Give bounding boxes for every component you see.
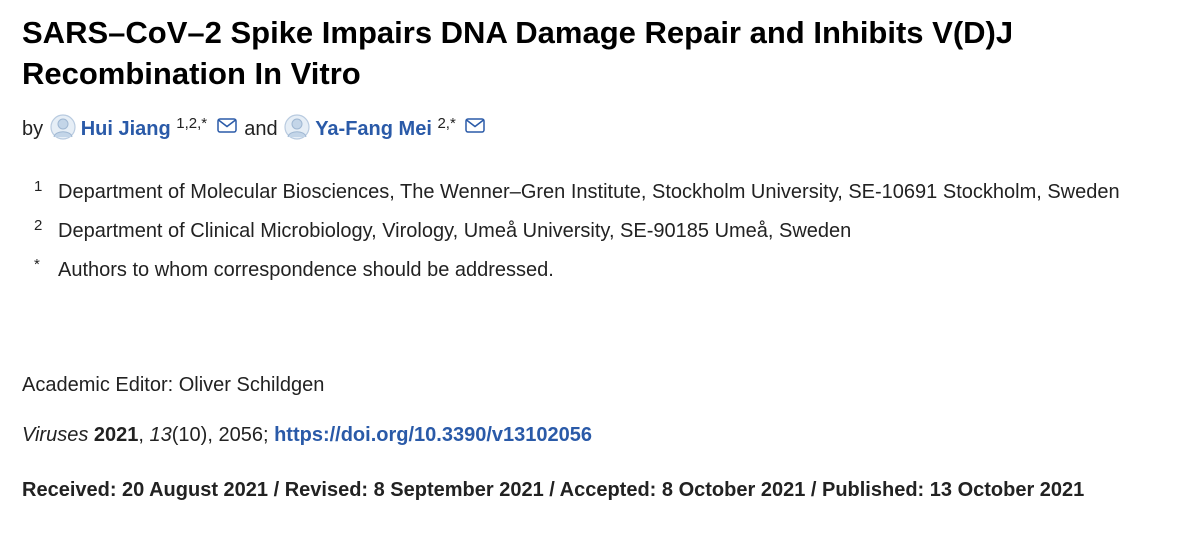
- mail-icon[interactable]: [216, 112, 237, 133]
- citation-year: 2021: [93, 424, 139, 446]
- affiliation-marker: 1: [34, 178, 43, 195]
- affiliation-marker: 2: [34, 217, 43, 234]
- affiliation-text: Authors to whom correspondence should be…: [58, 259, 554, 281]
- mail-icon[interactable]: [465, 112, 486, 133]
- author-name-link[interactable]: Ya-Fang Mei: [315, 118, 432, 140]
- affiliation-text: Department of Molecular Biosciences, The…: [58, 181, 1120, 203]
- author-line: by Hui Jiang 1,2,* and Ya-Fang Mei 2,*: [22, 112, 487, 144]
- author-avatar-icon[interactable]: [283, 114, 311, 140]
- affiliation-marker: *: [34, 256, 40, 273]
- by-label: by: [22, 118, 44, 140]
- author-name-link[interactable]: Hui Jiang: [81, 118, 171, 140]
- affiliation-item: 2 Department of Clinical Microbiology, V…: [34, 215, 1174, 248]
- doi-link[interactable]: https://doi.org/10.3390/v13102056: [274, 424, 592, 446]
- author-avatar-icon[interactable]: [49, 114, 77, 140]
- publication-dates: Received: 20 August 2021 / Revised: 8 Se…: [22, 479, 1085, 501]
- citation-separator: ,: [138, 424, 150, 446]
- affiliation-item: 1 Department of Molecular Biosciences, T…: [34, 176, 1174, 209]
- citation-issue-pages: (10), 2056;: [171, 424, 275, 446]
- affiliations-list: 1 Department of Molecular Biosciences, T…: [34, 176, 1174, 293]
- citation-line: Viruses 2021, 13(10), 2056; https://doi.…: [22, 421, 592, 449]
- academic-editor: Academic Editor: Oliver Schildgen: [22, 374, 325, 396]
- citation-volume: 13: [149, 424, 172, 446]
- affiliation-text: Department of Clinical Microbiology, Vir…: [58, 220, 852, 242]
- affiliation-item: * Authors to whom correspondence should …: [34, 254, 1174, 287]
- article-title: SARS–CoV–2 Spike Impairs DNA Damage Repa…: [22, 15, 1014, 91]
- journal-name: Viruses: [22, 424, 89, 446]
- author-affiliation-marker: 2,*: [437, 115, 456, 132]
- author-affiliation-marker: 1,2,*: [176, 115, 208, 132]
- author-joiner: and: [244, 118, 278, 140]
